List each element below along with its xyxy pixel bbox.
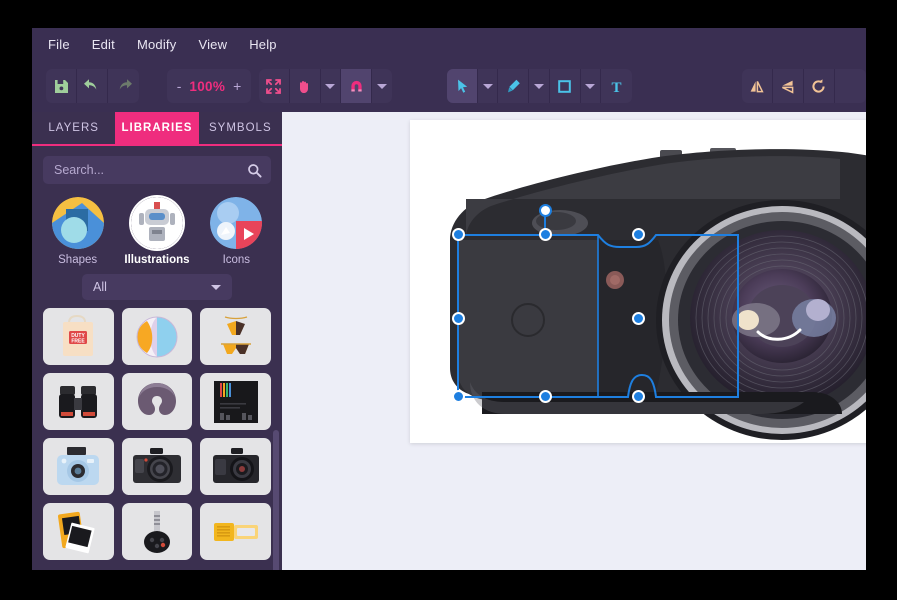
svg-text:FREE: FREE: [72, 338, 86, 344]
asset-usb-drive[interactable]: [200, 503, 271, 560]
more-transform-button[interactable]: [835, 69, 866, 103]
zoom-level-value: 100%: [189, 78, 226, 94]
tab-layers[interactable]: LAYERS: [32, 112, 115, 144]
rotation-handle[interactable]: [539, 204, 552, 217]
svg-text:T: T: [611, 80, 621, 95]
magnet-snap-icon: [350, 80, 362, 91]
shapes-thumbnail: [51, 197, 104, 249]
workspace: LAYERS LIBRARIES SYMBOLS Search... Shape…: [32, 112, 866, 570]
text-tool-icon: T: [611, 80, 621, 95]
menu-item-modify[interactable]: Modify: [137, 37, 177, 52]
snap-tool-dropdown[interactable]: [372, 69, 392, 103]
menu-item-file[interactable]: File: [48, 37, 70, 52]
hand-tool-dropdown[interactable]: [321, 69, 342, 103]
save-button[interactable]: [46, 69, 78, 103]
tab-symbols[interactable]: SYMBOLS: [199, 112, 282, 144]
pen-tool-button[interactable]: [498, 69, 530, 103]
category-shapes[interactable]: Shapes: [43, 197, 113, 266]
pen-tool-icon: [507, 79, 520, 92]
app-window: File Edit Modify View Help - 100% + T LA…: [32, 28, 866, 570]
asset-grid-scroll[interactable]: DUTY FREE: [32, 308, 282, 570]
select-tool-button[interactable]: [447, 69, 479, 103]
snap-magnet-button[interactable]: [341, 69, 373, 103]
assets-panel: LAYERS LIBRARIES SYMBOLS Search... Shape…: [32, 112, 282, 570]
menu-bar: File Edit Modify View Help: [32, 28, 866, 60]
zoom-out-button[interactable]: -: [177, 78, 182, 94]
redo-arrow-icon: [119, 79, 132, 90]
menu-item-view[interactable]: View: [198, 37, 227, 52]
hand-pan-button[interactable]: [290, 69, 321, 103]
zoom-in-button[interactable]: +: [233, 78, 241, 94]
rectangle-tool-button[interactable]: [550, 69, 581, 103]
zoom-control: - 100% +: [166, 69, 252, 103]
text-tool-button[interactable]: T: [601, 69, 632, 103]
filter-value: All: [93, 280, 107, 294]
asset-dslr-front[interactable]: [121, 438, 193, 495]
rectangle-tool-dropdown[interactable]: [581, 69, 601, 103]
category-shapes-label: Shapes: [58, 254, 98, 266]
search-input[interactable]: [52, 162, 247, 178]
asset-car-key-fob[interactable]: [121, 503, 193, 560]
floppy-disk-icon: [54, 79, 68, 93]
selection-handle-top-left[interactable]: [452, 228, 465, 241]
selection-handle-top-center[interactable]: [539, 228, 552, 241]
rotate-icon: [812, 78, 825, 93]
selection-handle-bottom-right[interactable]: [632, 390, 645, 403]
transform-tools-group: [741, 69, 866, 103]
asset-neck-pillow[interactable]: [121, 373, 193, 430]
flip-vertical-icon: [782, 80, 794, 94]
asset-bikini[interactable]: [200, 308, 271, 365]
draw-tools-group: T: [447, 69, 632, 103]
category-illustrations-label: Illustrations: [124, 254, 190, 266]
asset-binoculars[interactable]: [43, 373, 114, 430]
rectangle-shape-icon: [558, 79, 571, 93]
flip-vertical-button[interactable]: [773, 69, 804, 103]
redo-button[interactable]: [108, 69, 139, 103]
toolbar: - 100% + T: [32, 60, 866, 112]
rotate-button[interactable]: [804, 69, 835, 103]
category-icons[interactable]: Icons: [201, 197, 271, 266]
asset-dslr-angled[interactable]: [200, 438, 271, 495]
menu-item-help[interactable]: Help: [249, 37, 277, 52]
selection-handle-middle-left[interactable]: [452, 312, 465, 325]
selection-handle-bottom-center[interactable]: [539, 390, 552, 403]
flip-horizontal-icon: [750, 80, 764, 92]
panel-tabs: LAYERS LIBRARIES SYMBOLS: [32, 112, 282, 146]
selection-handle-bottom-left[interactable]: [452, 390, 465, 403]
selection-handle-middle-right[interactable]: [632, 312, 645, 325]
asset-dark-card[interactable]: [200, 373, 271, 430]
icons-thumbnail: [210, 197, 263, 249]
asset-instant-camera[interactable]: [43, 438, 114, 495]
select-tool-dropdown[interactable]: [478, 69, 499, 103]
view-tools-group: [258, 69, 393, 103]
category-icons-label: Icons: [222, 254, 251, 266]
cursor-select-icon: [457, 79, 467, 93]
filter-row: All: [32, 270, 282, 308]
file-actions-group: [46, 69, 140, 103]
search-box[interactable]: [43, 156, 271, 184]
search-icon[interactable]: [247, 163, 262, 178]
panel-scrollbar[interactable]: [273, 430, 279, 570]
tab-libraries[interactable]: LIBRARIES: [115, 112, 199, 144]
category-row: Shapes Illustrations Icons: [32, 184, 282, 270]
undo-button[interactable]: [77, 69, 109, 103]
asset-duty-free-bag[interactable]: DUTY FREE: [43, 308, 114, 365]
fit-to-screen-button[interactable]: [259, 69, 290, 103]
chevron-down-icon: [211, 284, 221, 290]
flip-horizontal-button[interactable]: [742, 69, 773, 103]
asset-beach-ball[interactable]: [121, 308, 193, 365]
menu-item-edit[interactable]: Edit: [92, 37, 115, 52]
asset-grid: DUTY FREE: [43, 308, 271, 560]
fit-to-screen-icon: [266, 78, 282, 94]
undo-arrow-icon: [84, 79, 97, 90]
filter-dropdown[interactable]: All: [82, 274, 232, 300]
illustrations-thumbnail: [130, 197, 183, 249]
pen-tool-dropdown[interactable]: [529, 69, 550, 103]
category-illustrations[interactable]: Illustrations: [122, 197, 192, 266]
asset-photo-prints[interactable]: [43, 503, 114, 560]
artboard[interactable]: [410, 120, 866, 443]
hand-pan-icon: [300, 80, 309, 93]
selection-handle-top-right[interactable]: [632, 228, 645, 241]
canvas-area[interactable]: [282, 112, 866, 570]
